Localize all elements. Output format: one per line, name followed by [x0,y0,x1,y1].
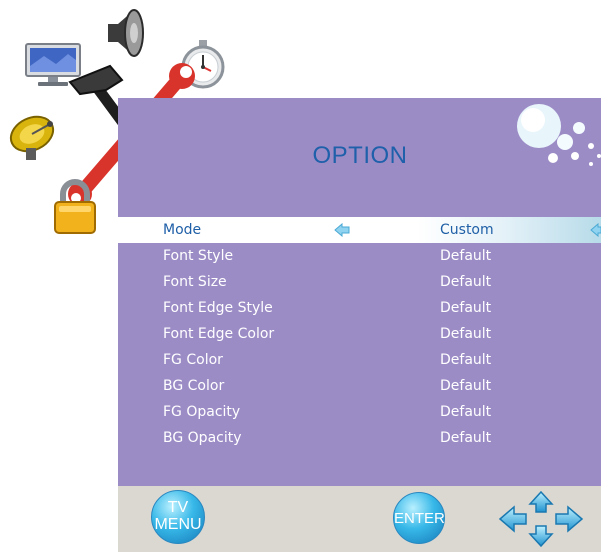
footer-bar: TV MENU ENTER [118,486,601,552]
menu-row-label: Font Style [163,248,234,264]
menu-row-label: Font Edge Style [163,300,273,316]
menu-row-fg-color[interactable]: FG Color Default [118,347,601,373]
menu-row-label: BG Opacity [163,430,242,446]
enter-button[interactable]: ENTER [393,492,445,544]
menu-row-value: Default [440,352,492,368]
option-list: Mode Custom Font Style Default Font Size Defa… [118,217,601,451]
page-title: OPTION [312,142,408,169]
bubbles-decoration [517,104,601,166]
menu-row-mode[interactable]: Mode Custom [118,217,601,243]
menu-row-font-edge-color[interactable]: Font Edge Color Default [118,321,601,347]
menu-row-value: Default [440,300,492,316]
menu-row-value: Default [440,430,492,446]
menu-row-bg-color[interactable]: BG Color Default [118,373,601,399]
menu-row-bg-opacity[interactable]: BG Opacity Default [118,425,601,451]
tv-menu-line1: TV [167,499,189,516]
menu-row-value: Default [440,404,492,420]
menu-row-fg-opacity[interactable]: FG Opacity Default [118,399,601,425]
lock-icon [54,179,96,234]
tv-menu-button[interactable]: TV MENU [151,490,205,544]
menu-row-label: Font Size [163,274,227,290]
menu-row-label: Font Edge Color [163,326,275,342]
tv-menu-line2: MENU [154,516,202,533]
satellite-dish-icon [9,115,55,160]
menu-row-label: FG Opacity [163,404,241,420]
menu-row-font-style[interactable]: Font Style Default [118,243,601,269]
menu-row-label: Mode [163,222,202,238]
option-panel: OPTION Mode Custom Font Style Default Font S… [118,98,601,486]
menu-row-label: FG Color [163,352,223,368]
menu-row-value: Default [440,378,492,394]
menu-row-value: Default [440,326,492,342]
arrow-left-icon[interactable] [334,223,350,237]
dpad-icon[interactable] [496,490,586,548]
speaker-icon [108,9,144,57]
menu-row-value: Default [440,248,492,264]
menu-row-value: Custom [440,222,494,238]
menu-row-font-edge-style[interactable]: Font Edge Style Default [118,295,601,321]
menu-row-font-size[interactable]: Font Size Default [118,269,601,295]
menu-row-value: Default [440,274,492,290]
menu-row-label: BG Color [163,378,225,394]
arrow-right-icon[interactable] [590,223,601,237]
